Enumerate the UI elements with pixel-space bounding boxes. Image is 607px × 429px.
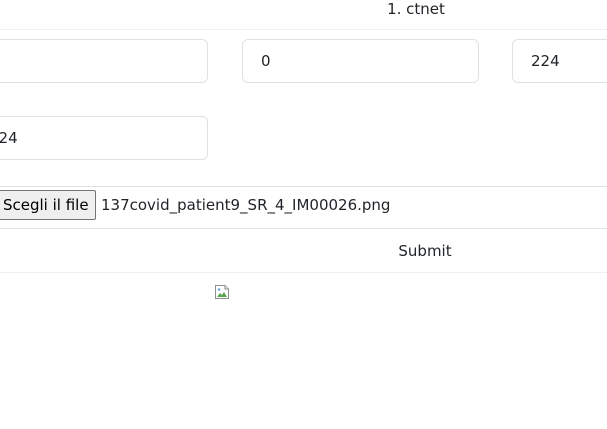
- file-input-row: Scegli il file 137covid_patient9_SR_4_IM…: [0, 186, 607, 229]
- divider: [0, 29, 607, 30]
- model-heading: 1. ctnet: [387, 0, 445, 18]
- param-input-1[interactable]: [0, 39, 208, 83]
- choose-file-button[interactable]: Scegli il file: [0, 190, 96, 220]
- submit-button[interactable]: Submit: [0, 230, 607, 273]
- page: 1. ctnet Scegli il file 137covid_patient…: [0, 0, 607, 429]
- param-input-3[interactable]: [512, 39, 607, 83]
- broken-image-icon: [215, 285, 229, 299]
- param-input-2[interactable]: [242, 39, 479, 83]
- param-input-4[interactable]: [0, 116, 208, 160]
- selected-file-name: 137covid_patient9_SR_4_IM00026.png: [101, 196, 391, 214]
